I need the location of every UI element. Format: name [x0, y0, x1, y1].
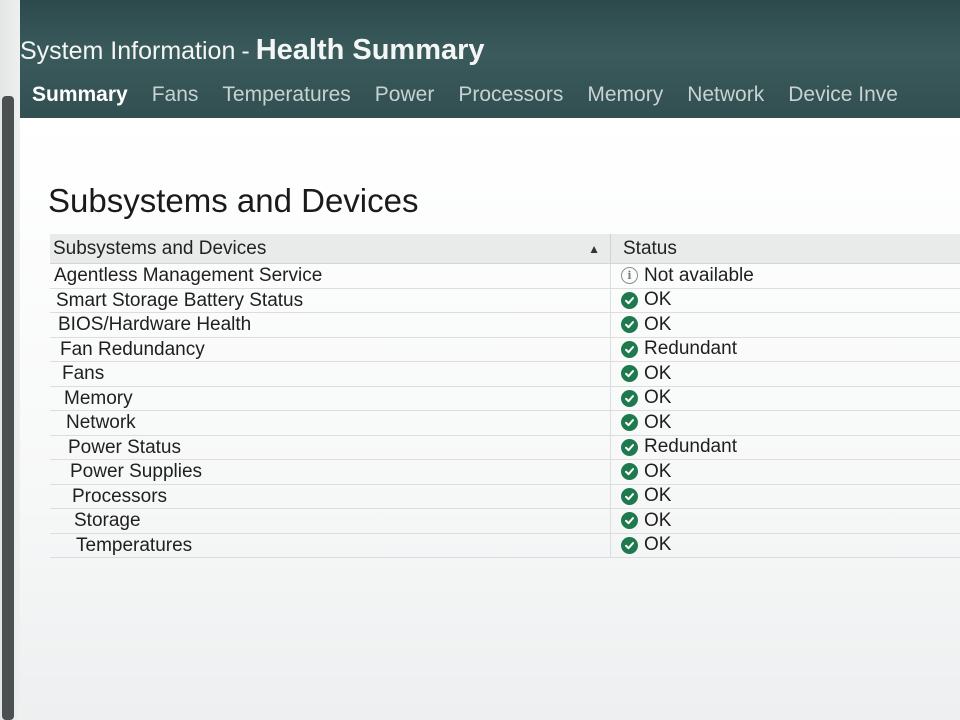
- title-prefix: System Information: [20, 37, 236, 65]
- tab-device-inventory[interactable]: Device Inve: [776, 80, 910, 116]
- status-label: OK: [644, 534, 672, 556]
- status-label: OK: [644, 387, 672, 409]
- column-header-status[interactable]: Status: [610, 234, 960, 263]
- status-label: OK: [644, 289, 672, 311]
- status-cell: Redundant: [610, 337, 960, 361]
- status-cell: OK: [610, 386, 960, 410]
- table-header: Subsystems and Devices ▲ Status: [50, 234, 960, 264]
- status-cell: Redundant: [610, 435, 960, 459]
- tab-fans[interactable]: Fans: [140, 80, 211, 116]
- check-circle-icon: [621, 512, 638, 530]
- status-label: Not available: [644, 264, 754, 286]
- table-row[interactable]: Memory OK: [50, 386, 960, 411]
- tab-power[interactable]: Power: [363, 80, 447, 116]
- subsystem-name: BIOS/Hardware Health: [58, 314, 252, 335]
- table-body: Agentless Management Service i Not availab…: [50, 264, 960, 558]
- main-content: Subsystems and Devices Subsystems and De…: [20, 118, 960, 720]
- status-cell: OK: [610, 484, 960, 508]
- status-label: Redundant: [644, 436, 737, 458]
- sort-ascending-icon[interactable]: ▲: [588, 234, 600, 264]
- title-separator: -: [241, 37, 250, 65]
- status-label: OK: [644, 362, 672, 384]
- subsystem-name: Memory: [64, 387, 133, 409]
- check-circle-icon: [621, 365, 638, 383]
- page-title: System Information - Health Summary: [20, 34, 485, 67]
- subsystem-name: Temperatures: [76, 534, 193, 556]
- status-label: OK: [644, 460, 672, 482]
- app-window: System Information - Health Summary Summar…: [0, 0, 960, 720]
- check-circle-icon: [621, 389, 638, 407]
- status-cell: OK: [610, 460, 960, 484]
- check-circle-icon: [621, 536, 638, 554]
- tab-bar: Summary Fans Temperatures Power Processo…: [20, 80, 910, 116]
- table-row[interactable]: Power Status Redundant: [50, 435, 960, 460]
- tab-temperatures[interactable]: Temperatures: [210, 80, 362, 116]
- section-title: Subsystems and Devices: [48, 182, 419, 219]
- check-circle-icon: [621, 414, 638, 432]
- status-cell: OK: [610, 509, 960, 533]
- status-cell: OK: [610, 362, 960, 386]
- check-circle-icon: [621, 487, 638, 505]
- subsystem-name: Smart Storage Battery Status: [56, 289, 304, 311]
- status-cell: OK: [610, 313, 960, 337]
- subsystem-name: Fans: [62, 363, 105, 384]
- status-cell: OK: [610, 533, 960, 557]
- table-row[interactable]: Processors OK: [50, 484, 960, 509]
- status-label: OK: [644, 411, 672, 433]
- subsystem-name: Power Status: [68, 436, 181, 458]
- tab-summary[interactable]: Summary: [20, 80, 140, 116]
- status-label: OK: [644, 485, 672, 507]
- check-circle-icon: [621, 340, 638, 358]
- subsystem-name: Power Supplies: [70, 461, 203, 482]
- status-cell: OK: [610, 411, 960, 435]
- title-strong: Health Summary: [255, 34, 485, 66]
- check-circle-icon: [621, 463, 638, 481]
- table-row[interactable]: Temperatures OK: [50, 533, 960, 558]
- subsystems-table: Subsystems and Devices ▲ Status Agentles…: [50, 234, 960, 558]
- scroll-up-icon[interactable]: ▲: [2, 80, 14, 94]
- header: System Information - Health Summary Summar…: [0, 0, 960, 118]
- subsystem-name: Network: [66, 412, 136, 433]
- subsystem-name: Fan Redundancy: [60, 338, 205, 360]
- column-header-name[interactable]: Subsystems and Devices ▲: [50, 234, 610, 263]
- status-cell: OK: [610, 288, 960, 312]
- status-label: OK: [644, 509, 672, 531]
- subsystem-name: Agentless Management Service: [54, 265, 323, 286]
- table-row[interactable]: Smart Storage Battery Status OK: [50, 288, 960, 313]
- tab-processors[interactable]: Processors: [446, 80, 575, 116]
- table-row[interactable]: Network OK: [50, 411, 960, 436]
- status-label: OK: [644, 313, 672, 335]
- info-icon: i: [621, 267, 638, 285]
- table-row[interactable]: Fan Redundancy Redundant: [50, 337, 960, 362]
- check-circle-icon: [621, 438, 638, 456]
- tab-network[interactable]: Network: [675, 80, 776, 116]
- status-label: Redundant: [644, 338, 737, 360]
- column-header-name-label: Subsystems and Devices: [53, 238, 267, 259]
- status-cell: i Not available: [610, 264, 960, 288]
- table-row[interactable]: Storage OK: [50, 509, 960, 534]
- table-row[interactable]: Power Supplies OK: [50, 460, 960, 485]
- check-circle-icon: [621, 316, 638, 334]
- subsystem-name: Processors: [72, 485, 168, 507]
- table-row[interactable]: Agentless Management Service i Not availab…: [50, 264, 960, 289]
- left-scrollbar[interactable]: [2, 96, 14, 720]
- table-row[interactable]: BIOS/Hardware Health OK: [50, 313, 960, 338]
- tab-memory[interactable]: Memory: [575, 80, 675, 116]
- check-circle-icon: [621, 291, 638, 309]
- subsystem-name: Storage: [74, 510, 141, 531]
- table-row[interactable]: Fans OK: [50, 362, 960, 387]
